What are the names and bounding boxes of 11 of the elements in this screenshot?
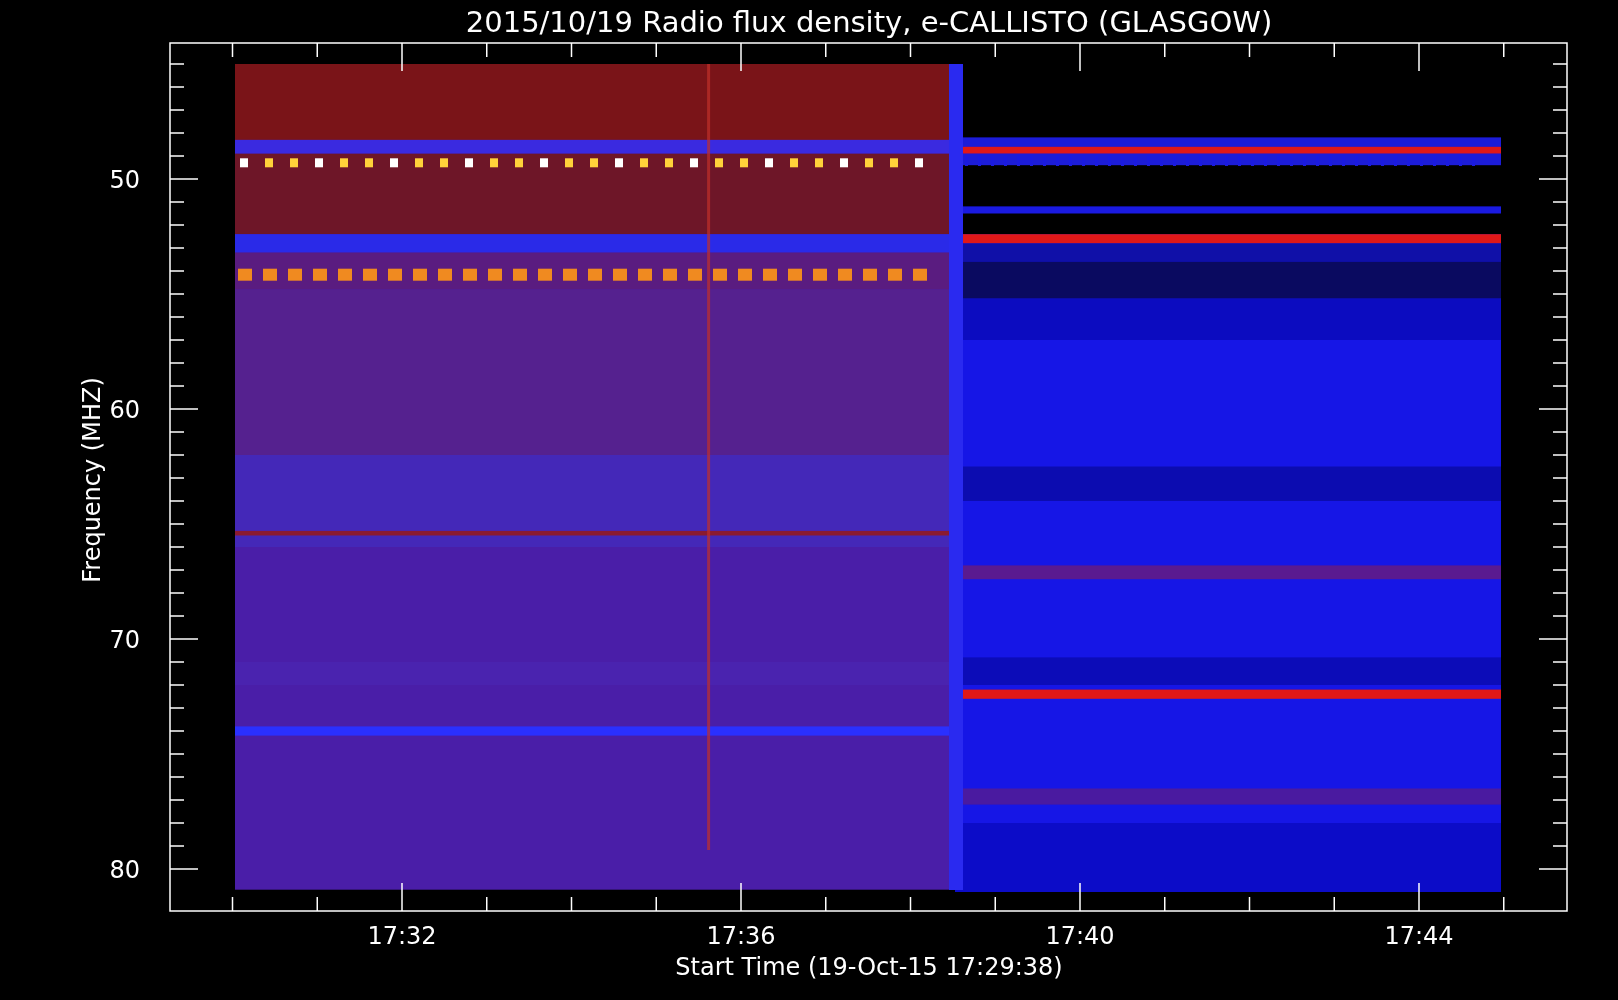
y-tick-label: 70: [109, 626, 140, 654]
y-axis-label: Frequency (MHZ): [78, 377, 106, 583]
x-tick-label: 17:44: [1384, 922, 1454, 950]
chart-title: 2015/10/19 Radio flux density, e-CALLISTO (GLASGOW): [465, 5, 1273, 39]
x-axis-label: Start Time (19-Oct-15 17:29:38): [675, 953, 1063, 981]
y-tick-label: 60: [109, 396, 140, 424]
x-tick-label: 17:32: [367, 922, 437, 950]
y-tick-label: 50: [109, 166, 140, 194]
y-tick-label: 80: [109, 856, 140, 884]
x-tick-label: 17:36: [706, 922, 776, 950]
x-tick-label: 17:40: [1045, 922, 1115, 950]
